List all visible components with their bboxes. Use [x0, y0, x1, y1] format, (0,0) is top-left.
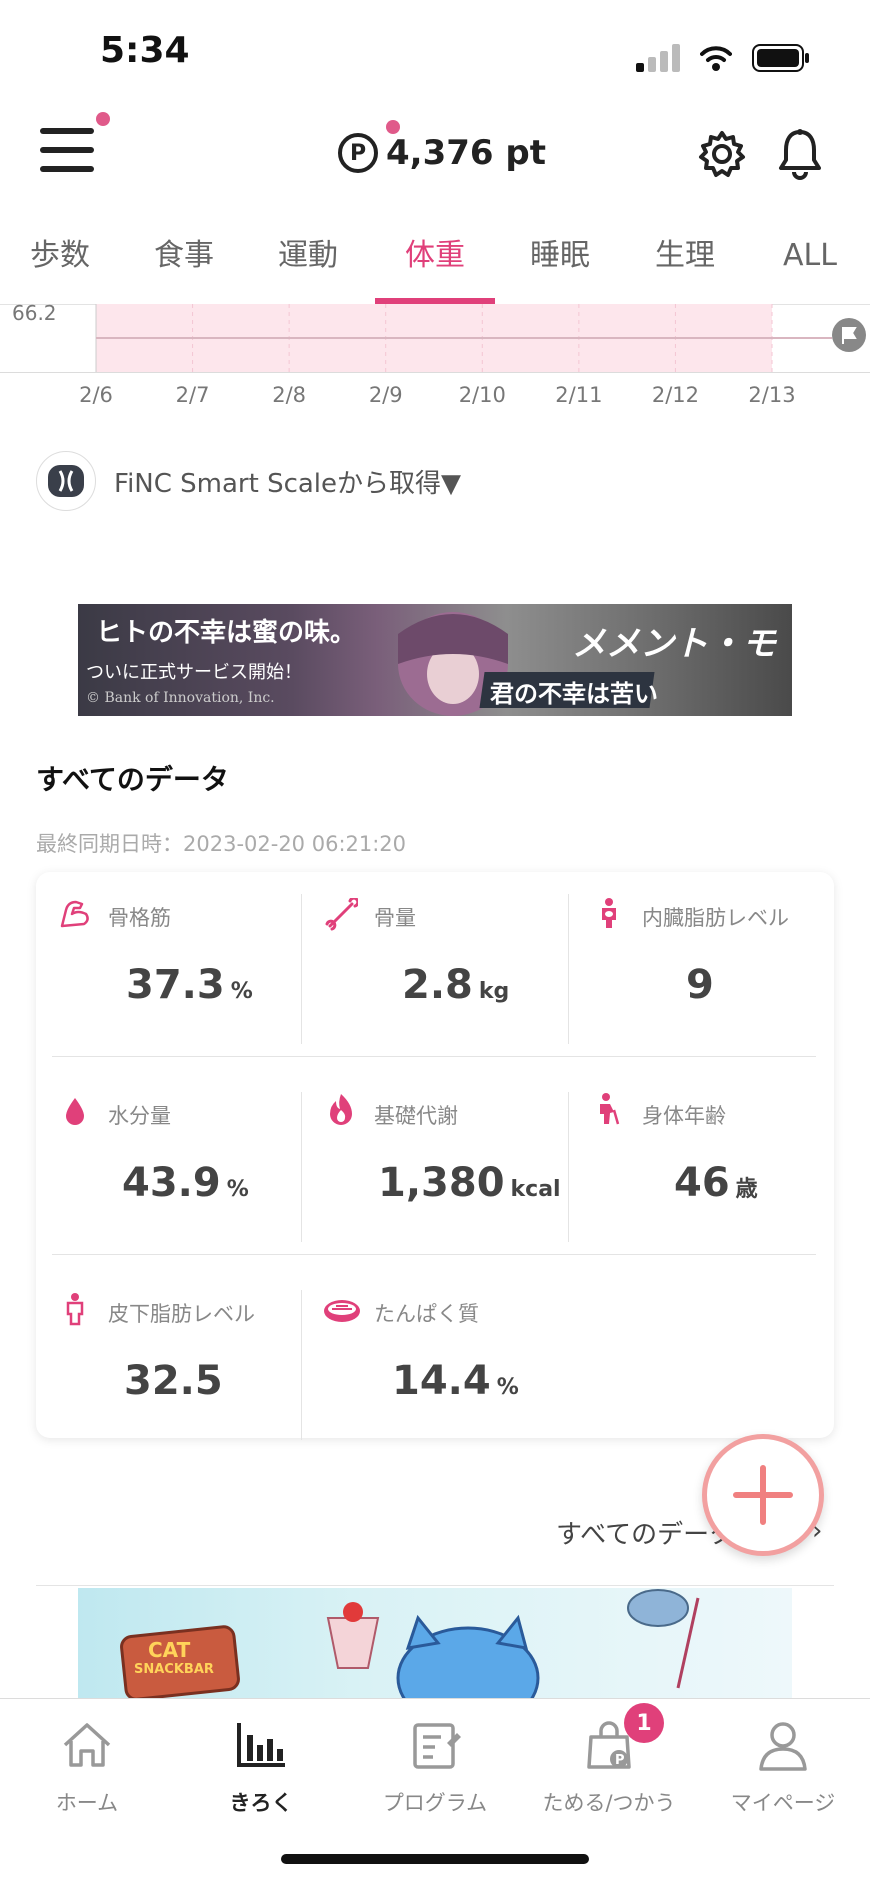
- data-source-selector[interactable]: FiNC Smart Scaleから取得▼: [36, 450, 461, 512]
- link-divider: [36, 1585, 834, 1586]
- nav-mypage[interactable]: マイページ: [696, 1717, 870, 1817]
- bar-chart-icon: [237, 1723, 285, 1767]
- x-axis-tick-label: 2/8: [272, 383, 306, 407]
- last-sync-timestamp: 最終同期日時：2023-02-20 06:21:20: [36, 832, 407, 856]
- tab-exercise[interactable]: 運動: [268, 232, 348, 304]
- banner-ghost-art: [627, 1589, 700, 1689]
- cellular-signal-icon: [636, 44, 680, 72]
- elderly-person-icon: [600, 1093, 620, 1125]
- menu-notification-dot: [96, 112, 110, 126]
- metric-value: 43.9%: [122, 1160, 249, 1206]
- gear-icon[interactable]: [698, 130, 746, 178]
- metric-value: 46 歳: [674, 1160, 758, 1206]
- ad-banner-cat-snackbar[interactable]: CAT SNACKBAR: [78, 1588, 792, 1698]
- person-icon: [759, 1722, 807, 1771]
- banner-right-sub: 君の不幸は苦い: [490, 679, 658, 708]
- tab-sleep[interactable]: 睡眠: [520, 232, 600, 304]
- metric-value: 2.8 kg: [402, 962, 510, 1008]
- x-axis-tick-label: 2/7: [176, 383, 210, 407]
- metric-value: 37.3%: [126, 962, 253, 1008]
- y-axis-label: 66.2: [12, 301, 57, 325]
- section-title: すべてのデータ: [36, 763, 229, 796]
- smart-scale-icon: [36, 451, 96, 511]
- x-axis-tick-label: 2/12: [652, 383, 699, 407]
- chart-divider: [0, 372, 870, 373]
- plus-icon: [733, 1465, 793, 1525]
- status-time: 5:34: [100, 30, 190, 71]
- nav-program[interactable]: プログラム: [348, 1717, 522, 1817]
- tab-period[interactable]: 生理: [645, 232, 725, 304]
- goal-flag-icon: [832, 318, 866, 352]
- points-value: 4,376 pt: [386, 133, 546, 173]
- x-axis-tick-label: 2/10: [459, 383, 506, 407]
- water-drop-icon: [66, 1098, 84, 1125]
- nav-home[interactable]: ホーム: [0, 1717, 174, 1817]
- points-notification-dot: [386, 120, 400, 134]
- notebook-icon: [413, 1723, 461, 1769]
- data-source-label: FiNC Smart Scaleから取得▼: [114, 468, 462, 499]
- metric-value: 1,380 kcal: [378, 1160, 561, 1206]
- home-indicator: [281, 1854, 589, 1864]
- muscle-arm-icon: [60, 900, 89, 928]
- banner-cat-art: [326, 1602, 540, 1698]
- x-axis-tick-label: 2/13: [748, 383, 795, 407]
- weight-chart: 66.2 2/6 2/7 2/8 2/9 2/10 2/11 2/12 2/13: [12, 301, 866, 407]
- battery-icon: [752, 44, 809, 72]
- add-record-button[interactable]: [702, 1434, 824, 1556]
- tab-all[interactable]: ALL: [770, 232, 850, 304]
- bone-icon: [325, 898, 358, 931]
- steak-icon: [324, 1300, 360, 1322]
- metric-value: 32.5: [124, 1358, 223, 1404]
- x-axis-tick-label: 2/6: [79, 383, 113, 407]
- flame-icon: [330, 1094, 352, 1125]
- wifi-icon: [700, 46, 732, 71]
- metric-value: 9: [686, 962, 714, 1008]
- tab-weight[interactable]: 体重: [395, 232, 475, 304]
- points-display[interactable]: P 4,376 pt: [338, 128, 546, 178]
- menu-button[interactable]: [40, 128, 94, 174]
- tab-meals[interactable]: 食事: [144, 232, 224, 304]
- x-axis-tick-label: 2/9: [369, 383, 403, 407]
- ad-banner-memento-mori[interactable]: ヒトの不幸は蜜の味。 ついに正式サービス開始！ © Bank of Innova…: [78, 604, 792, 716]
- nav-points[interactable]: P ためる/つかう 1: [522, 1703, 696, 1817]
- banner-left-sub: ついに正式サービス開始！: [86, 662, 302, 683]
- bell-icon[interactable]: [776, 128, 824, 180]
- banner-copyright: © Bank of Innovation, Inc.: [86, 690, 275, 706]
- tab-steps[interactable]: 歩数: [20, 232, 100, 304]
- visceral-fat-body-icon: [602, 898, 616, 928]
- notification-badge: 1: [624, 1703, 664, 1743]
- banner-left-title: ヒトの不幸は蜜の味。: [96, 618, 357, 648]
- points-icon: P: [338, 133, 378, 173]
- body-fat-person-icon: [66, 1293, 84, 1326]
- nav-records[interactable]: きろく: [174, 1717, 348, 1817]
- svg-text:P: P: [615, 1753, 625, 1768]
- banner-logo-bottom: SNACKBAR: [134, 1662, 214, 1677]
- banner-logo-top: CAT: [148, 1638, 191, 1662]
- x-axis-tick-label: 2/11: [555, 383, 602, 407]
- body-metrics-card: 骨格筋 37.3% 骨量 2.8 kg 内臓脂肪レベル 9 水分量 43.9% 基…: [36, 872, 834, 1440]
- category-tabs: 歩数 食事 運動 体重 睡眠 生理 ALL: [0, 232, 870, 305]
- metric-value: 14.4%: [392, 1358, 519, 1404]
- home-icon: [63, 1723, 111, 1767]
